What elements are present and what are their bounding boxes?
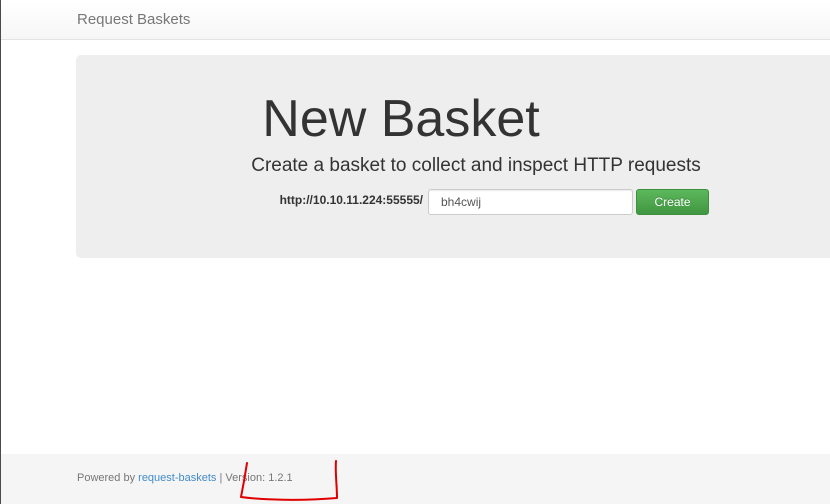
page-title: New Basket xyxy=(262,90,540,148)
navbar-brand-link[interactable]: Request Baskets xyxy=(77,11,190,28)
request-baskets-link[interactable]: request-baskets xyxy=(138,472,216,484)
navbar: Request Baskets xyxy=(1,0,830,40)
footer: Powered by request-baskets | Version: 1.… xyxy=(1,454,830,504)
footer-text: Powered by request-baskets | Version: 1.… xyxy=(77,472,293,484)
powered-by-label: Powered by xyxy=(77,472,139,484)
create-button[interactable]: Create xyxy=(636,189,709,215)
basket-url-prefix: http://10.10.11.224:55555/ xyxy=(279,193,423,207)
basket-name-input[interactable] xyxy=(428,189,633,215)
page-lead-text: Create a basket to collect and inspect H… xyxy=(251,155,701,176)
version-label: Version: 1.2.1 xyxy=(225,472,293,484)
browser-viewport: Request Baskets New Basket Create a bask… xyxy=(0,0,830,504)
